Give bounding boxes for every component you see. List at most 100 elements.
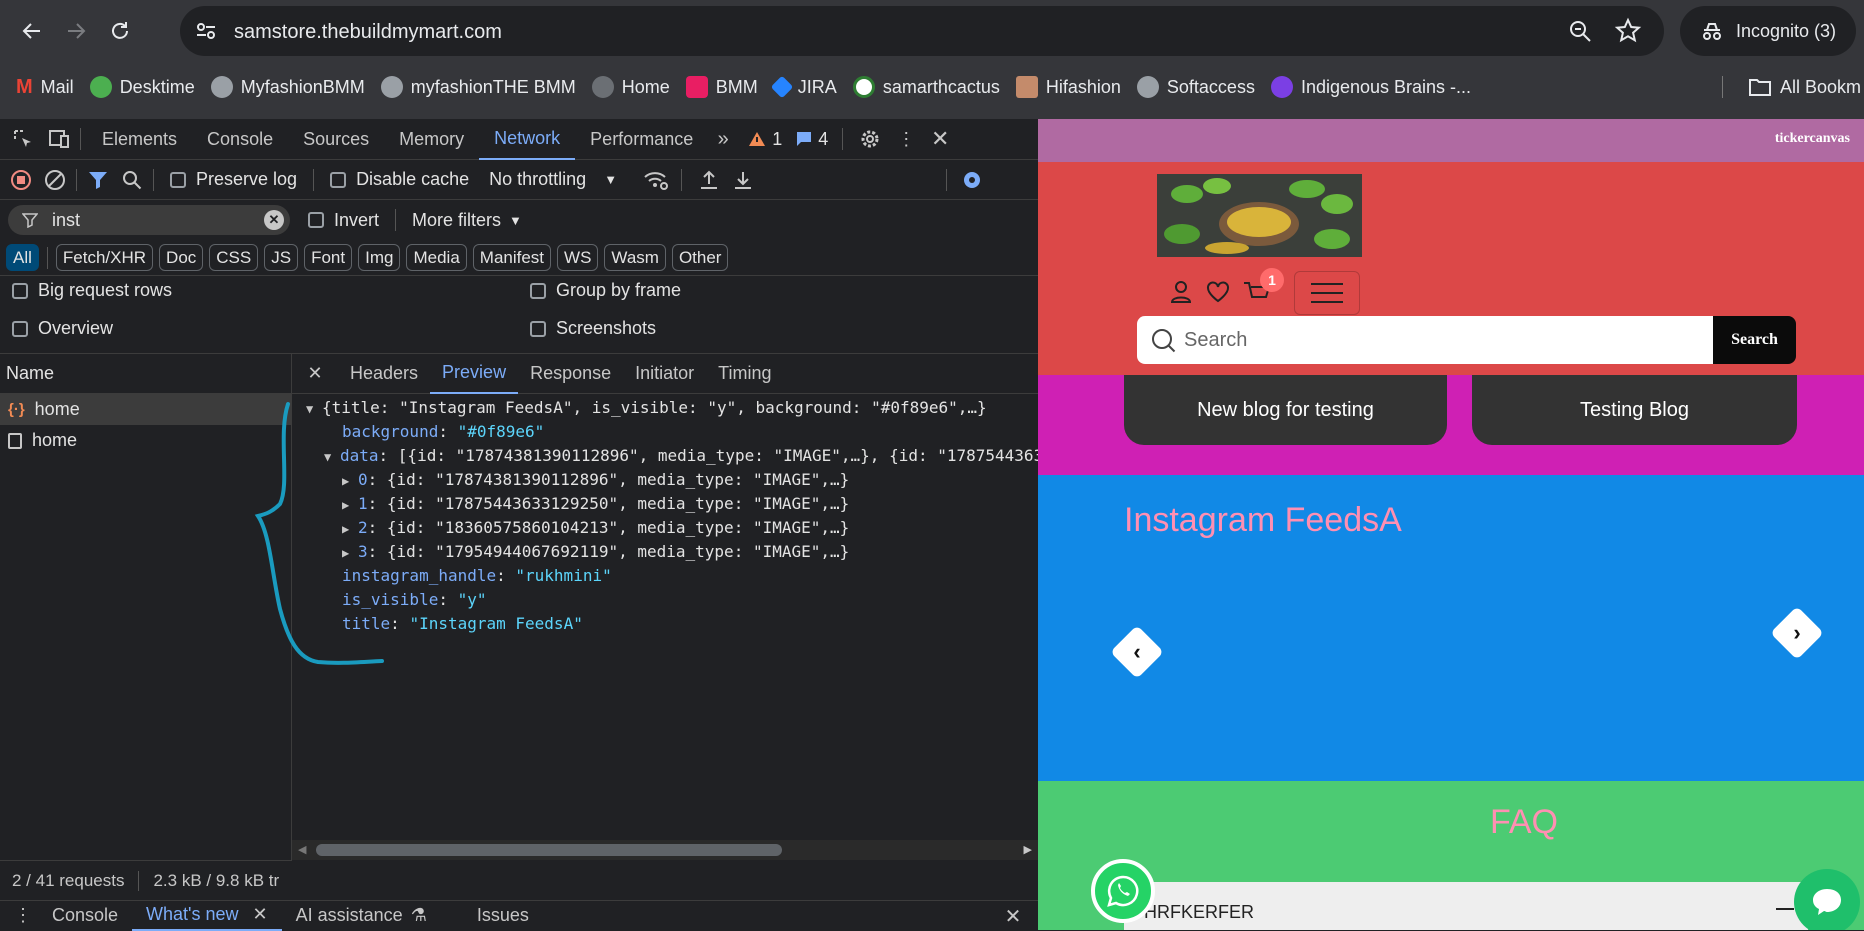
scroll-right-icon[interactable]: ▶ [1024,843,1032,856]
tab-console[interactable]: Console [192,119,288,160]
invert-checkbox[interactable]: Invert [308,210,379,231]
heart-icon[interactable] [1206,281,1230,303]
json-root[interactable]: ▼ {title: "Instagram FeedsA", is_visible:… [306,396,987,420]
filter-value[interactable]: inst [52,210,80,231]
request-row[interactable]: {·} home [0,394,291,425]
whatsapp-button[interactable] [1091,859,1155,923]
json-data-item[interactable]: ▶ 3: {id: "17954944067692119", media_type… [342,540,849,564]
bookmark-myfashionbmm[interactable]: MyfashionBMM [203,71,373,103]
tab-elements[interactable]: Elements [87,119,192,160]
import-har-button[interactable] [694,165,724,195]
type-filter-media[interactable]: Media [406,244,467,271]
search-network-button[interactable] [117,165,147,195]
more-filters-button[interactable]: More filters ▼ [412,210,522,231]
network-conditions-button[interactable] [641,165,671,195]
settings-button[interactable] [855,124,885,154]
record-button[interactable] [6,165,36,195]
screenshots-checkbox[interactable]: Screenshots [530,318,656,339]
type-filter-manifest[interactable]: Manifest [472,244,552,271]
bookmark-softaccess[interactable]: Softaccess [1129,71,1263,103]
drawer-tab-ai-assistance[interactable]: AI assistance ⚗ [282,901,441,931]
filter-toggle-button[interactable] [83,165,113,195]
drawer-tab-whats-new[interactable]: What's new ✕ [132,901,282,931]
export-har-button[interactable] [728,165,758,195]
collapse-icon[interactable] [1776,908,1794,910]
site-search-input[interactable]: Search [1137,316,1725,364]
filter-input[interactable]: inst ✕ [8,205,290,235]
scrollbar-thumb[interactable] [316,844,782,856]
tab-sources[interactable]: Sources [288,119,384,160]
zoom-icon[interactable] [1566,17,1594,45]
overview-checkbox[interactable]: Overview [12,318,113,339]
user-icon[interactable] [1170,280,1192,304]
type-filter-doc[interactable]: Doc [159,244,204,271]
json-data[interactable]: ▼ data: [{id: "17874381390112896", media_… [324,444,1038,468]
name-column-header[interactable]: Name [0,354,291,394]
tab-network[interactable]: Network [479,119,576,160]
checkbox-box[interactable] [12,282,28,299]
bookmark-myfashion-the-bmm[interactable]: myfashionTHE BMM [373,71,584,103]
clear-filter-icon[interactable]: ✕ [264,210,284,230]
close-devtools-button[interactable]: ✕ [925,124,955,154]
tab-timing[interactable]: Timing [706,354,783,394]
menu-button[interactable] [1294,271,1360,315]
disable-cache-checkbox[interactable]: Disable cache [330,169,469,190]
device-toolbar-button[interactable] [44,124,74,154]
bookmark-bmm[interactable]: BMM [678,71,766,103]
type-filter-js[interactable]: JS [264,244,299,271]
collapsed-triangle-icon[interactable]: ▶ [342,493,358,517]
warnings-counter[interactable]: 1 [748,129,782,150]
checkbox-box[interactable] [170,171,186,188]
type-filter-ws[interactable]: WS [557,244,599,271]
collapsed-triangle-icon[interactable]: ▶ [342,541,358,565]
blog-card[interactable]: New blog for testing [1124,375,1447,445]
drawer-tab-issues[interactable]: Issues [463,901,543,931]
drawer-tab-console[interactable]: Console [38,901,132,931]
bookmark-indigenous-brains[interactable]: Indigenous Brains -... [1263,71,1479,103]
inspect-element-button[interactable] [8,124,38,154]
tab-response[interactable]: Response [518,354,623,394]
type-filter-all[interactable]: All [6,244,39,271]
bookmark-samarthcactus[interactable]: samarthcactus [845,71,1008,103]
type-filter-img[interactable]: Img [358,244,401,271]
bookmark-mail[interactable]: M Mail [8,71,82,103]
faq-item[interactable]: HRFKERFER [1124,882,1808,930]
tab-performance[interactable]: Performance [575,119,708,160]
json-data-item[interactable]: ▶ 0: {id: "17874381390112896", media_type… [342,468,849,492]
group-by-frame-checkbox[interactable]: Group by frame [530,280,681,301]
all-bookmarks-button[interactable]: All Bookm [1740,71,1864,103]
site-info-icon[interactable] [194,19,218,43]
clear-button[interactable] [40,165,70,195]
type-filter-css[interactable]: CSS [209,244,259,271]
bookmark-hifashion[interactable]: Hifashion [1008,71,1129,103]
tab-headers[interactable]: Headers [338,354,430,394]
checkbox-box[interactable] [12,320,28,337]
request-row[interactable]: home [0,425,291,456]
checkbox-box[interactable] [530,320,546,337]
site-logo[interactable] [1157,174,1362,257]
back-button[interactable] [14,13,50,49]
carousel-next-button[interactable]: › [1770,606,1824,660]
cart-button[interactable]: 1 [1242,268,1284,306]
chat-button[interactable] [1794,869,1860,930]
scroll-left-icon[interactable]: ◀ [298,843,306,856]
close-icon[interactable]: ✕ [253,904,268,925]
expand-triangle-icon[interactable]: ▼ [306,397,322,421]
more-tabs-button[interactable]: » [708,124,738,154]
big-request-rows-checkbox[interactable]: Big request rows [12,280,172,301]
expand-triangle-icon[interactable]: ▼ [324,445,340,469]
customize-menu-button[interactable]: ⋮ [891,124,921,154]
json-data-item[interactable]: ▶ 2: {id: "18360575860104213", media_type… [342,516,849,540]
close-details-button[interactable]: ✕ [300,359,330,389]
json-data-item[interactable]: ▶ 1: {id: "17875443633129250", media_type… [342,492,849,516]
site-search-button[interactable]: Search [1713,316,1796,364]
type-filter-wasm[interactable]: Wasm [604,244,666,271]
tab-initiator[interactable]: Initiator [623,354,706,394]
collapsed-triangle-icon[interactable]: ▶ [342,517,358,541]
drawer-menu-button[interactable]: ⋮ [8,901,38,931]
address-bar[interactable]: samstore.thebuildmymart.com [180,6,1664,56]
type-filter-other[interactable]: Other [671,244,729,271]
checkbox-box[interactable] [308,212,324,228]
type-filter-fetch-xhr[interactable]: Fetch/XHR [55,244,154,271]
horizontal-scrollbar[interactable]: ◀ ▶ [292,840,1038,860]
